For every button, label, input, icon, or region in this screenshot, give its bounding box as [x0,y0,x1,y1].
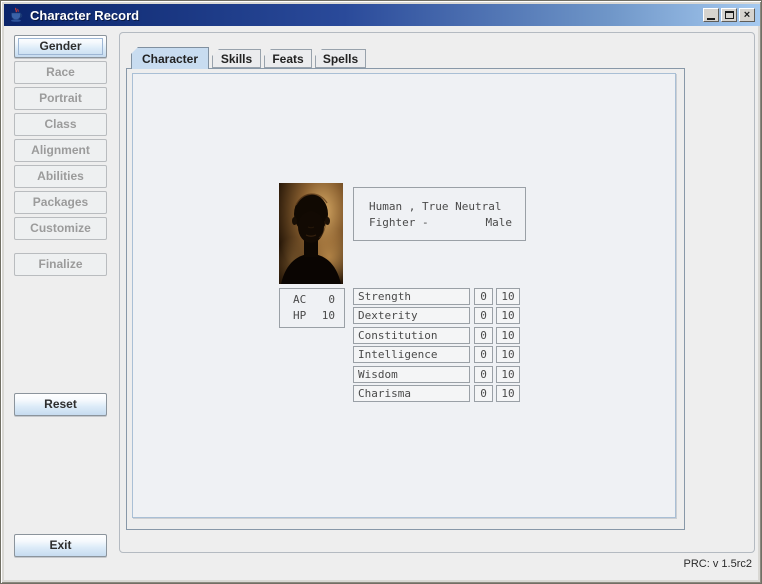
sidebar-button-reset[interactable]: Reset [14,393,107,416]
ac-row: AC0 [293,292,344,308]
ability-score-strength: 10 [496,288,520,305]
tab-feats[interactable]: Feats [264,49,312,68]
ability-mod-dexterity: 0 [474,307,493,324]
ability-mod-intelligence: 0 [474,346,493,363]
tab-skills[interactable]: Skills [212,49,261,68]
ability-name-intelligence: Intelligence [353,346,470,363]
ac-label: AC [293,292,317,308]
ability-name-strength: Strength [353,288,470,305]
close-button[interactable]: × [739,8,755,22]
sidebar-button-alignment: Alignment [14,139,107,162]
ac-value: 0 [317,292,335,308]
ability-score-dexterity: 10 [496,307,520,324]
summary-line-2: Fighter - Male [369,215,512,231]
ability-mod-wisdom: 0 [474,366,493,383]
maximize-button[interactable] [721,8,737,22]
java-coffee-icon [8,7,24,23]
race-alignment-text: Human , True Neutral [369,199,501,215]
sidebar-button-packages: Packages [14,191,107,214]
sidebar-button-portrait: Portrait [14,87,107,110]
summary-box: Human , True Neutral Fighter - Male [353,187,526,241]
ability-score-constitution: 10 [496,327,520,344]
sidebar-button-finalize: Finalize [14,253,107,276]
ability-name-charisma: Charisma [353,385,470,402]
window-controls: × [703,8,755,22]
hp-label: HP [293,308,317,324]
ability-score-intelligence: 10 [496,346,520,363]
ability-mod-constitution: 0 [474,327,493,344]
ability-mod-charisma: 0 [474,385,493,402]
ability-score-wisdom: 10 [496,366,520,383]
ability-name-wisdom: Wisdom [353,366,470,383]
hp-value: 10 [317,308,335,324]
ability-name-dexterity: Dexterity [353,307,470,324]
titlebar[interactable]: Character Record × [4,4,760,26]
sidebar-button-gender[interactable]: Gender [14,35,107,58]
ability-score-charisma: 10 [496,385,520,402]
hp-row: HP10 [293,308,344,324]
app-window: Character Record × Gender Race Portrait Cla… [0,0,762,584]
minimize-icon [707,18,715,20]
class-text: Fighter - [369,215,429,231]
window-title: Character Record [30,8,139,23]
vitals-box: AC0HP10 [279,288,345,328]
portrait-image [279,183,343,284]
sidebar-button-exit[interactable]: Exit [14,534,107,557]
summary-line-1: Human , True Neutral [369,199,512,215]
ability-mod-strength: 0 [474,288,493,305]
gender-text: Male [486,215,513,231]
maximize-icon [725,11,734,19]
minimize-button[interactable] [703,8,719,22]
sidebar-button-abilities: Abilities [14,165,107,188]
close-icon: × [744,9,750,21]
footer-version: PRC: v 1.5rc2 [684,558,752,570]
sidebar-button-race: Race [14,61,107,84]
sidebar-button-class: Class [14,113,107,136]
sidebar-button-customize: Customize [14,217,107,240]
tab-spells[interactable]: Spells [315,49,366,68]
tab-character[interactable]: Character [131,47,209,69]
ability-name-constitution: Constitution [353,327,470,344]
